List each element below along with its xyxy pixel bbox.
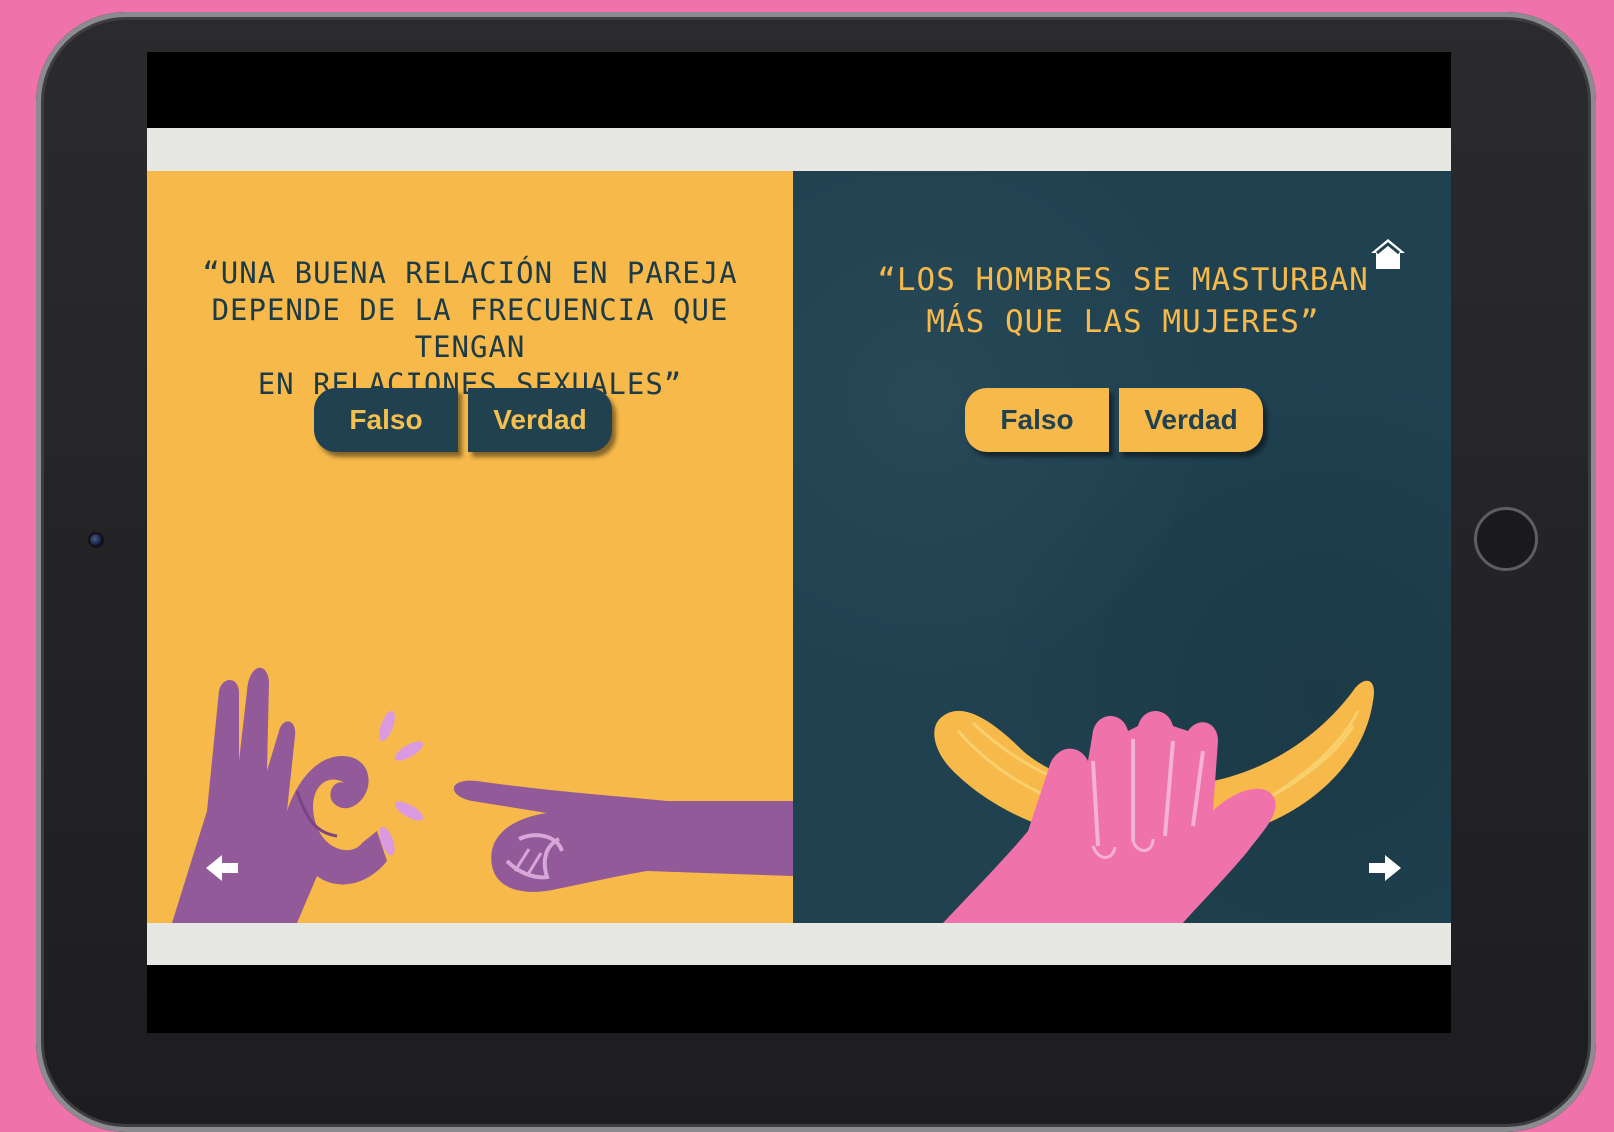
right-page: “LOS HOMBRES SE MASTURBAN MÁS QUE LAS MU… xyxy=(793,171,1451,923)
bottom-strip xyxy=(147,923,1451,965)
right-true-button[interactable]: Verdad xyxy=(1119,388,1263,452)
right-answer-buttons: Falso Verdad xyxy=(965,388,1263,452)
arrow-right-icon[interactable] xyxy=(1365,851,1405,885)
right-false-button[interactable]: Falso xyxy=(965,388,1109,452)
home-icon[interactable] xyxy=(1369,237,1407,271)
left-false-button[interactable]: Falso xyxy=(314,388,458,452)
left-page: “UNA BUENA RELACIÓN EN PAREJA DEPENDE DE… xyxy=(147,171,793,923)
right-quote: “LOS HOMBRES SE MASTURBAN MÁS QUE LAS MU… xyxy=(877,262,1369,340)
left-true-button[interactable]: Verdad xyxy=(468,388,612,452)
left-quote: “UNA BUENA RELACIÓN EN PAREJA DEPENDE DE… xyxy=(202,256,738,401)
tablet-screen: “UNA BUENA RELACIÓN EN PAREJA DEPENDE DE… xyxy=(147,52,1451,1033)
letterbox-bottom xyxy=(147,965,1451,1033)
arrow-left-icon[interactable] xyxy=(202,851,242,885)
left-answer-buttons: Falso Verdad xyxy=(314,388,612,452)
front-camera xyxy=(90,534,102,546)
top-strip xyxy=(147,128,1451,171)
hardware-home-button[interactable] xyxy=(1474,507,1538,571)
letterbox-top xyxy=(147,52,1451,128)
